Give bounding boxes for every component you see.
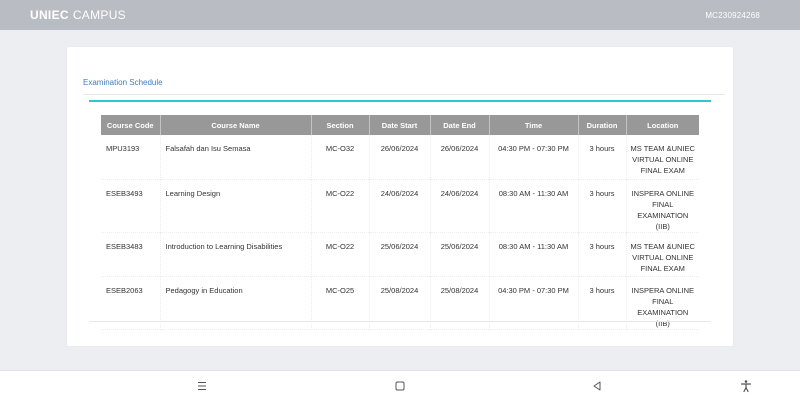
cell-duration: 3 hours bbox=[578, 232, 627, 276]
home-square-icon[interactable] bbox=[393, 379, 407, 393]
cell-location: MS TEAM &UNIEC VIRTUAL ONLINE FINAL EXAM bbox=[630, 241, 695, 273]
cell-duration: 3 hours bbox=[578, 135, 627, 179]
table-header-row: Course Code Course Name Section Date Sta… bbox=[101, 115, 699, 135]
table-row: ESEB3493 Learning Design MC-O22 24/06/20… bbox=[101, 179, 699, 232]
header-course-name: Course Name bbox=[160, 115, 312, 135]
cell-course-name: Introduction to Learning Disabilities bbox=[160, 232, 312, 276]
content-card: Examination Schedule Course Code Course … bbox=[67, 47, 733, 346]
cell-date-end: 25/06/2024 bbox=[430, 232, 490, 276]
cell-location: INSPERA ONLINE FINAL EXAMINATION (IIB) bbox=[631, 188, 695, 231]
header-section: Section bbox=[311, 115, 370, 135]
table-row: MPU3193 Falsafah dan Isu Semasa MC-O32 2… bbox=[101, 135, 699, 179]
brand-rest: CAMPUS bbox=[72, 8, 126, 22]
header-date-end: Date End bbox=[430, 115, 490, 135]
cell-location: MS TEAM &UNIEC VIRTUAL ONLINE FINAL EXAM bbox=[630, 144, 695, 175]
accent-bar bbox=[89, 100, 711, 102]
exam-schedule-table: Course Code Course Name Section Date Sta… bbox=[101, 115, 699, 330]
cell-course-code: MPU3193 bbox=[101, 135, 161, 179]
back-triangle-icon[interactable] bbox=[590, 379, 604, 393]
brand-logo[interactable]: UNIEC CAMPUS bbox=[30, 8, 126, 22]
header-duration: Duration bbox=[578, 115, 627, 135]
top-bar: UNIEC CAMPUS MC230924268 bbox=[0, 0, 800, 30]
cell-duration: 3 hours bbox=[578, 179, 627, 232]
tab-divider bbox=[83, 94, 725, 95]
header-date-start: Date Start bbox=[369, 115, 431, 135]
system-nav-bar bbox=[0, 370, 800, 401]
accessibility-icon[interactable] bbox=[739, 379, 753, 393]
cell-date-end: 26/06/2024 bbox=[430, 135, 490, 179]
cell-course-name: Learning Design bbox=[160, 179, 312, 232]
cell-section: MC-O32 bbox=[311, 135, 370, 179]
cell-date-end: 24/06/2024 bbox=[430, 179, 490, 232]
header-course-code: Course Code bbox=[101, 115, 161, 135]
cell-course-code: ESEB3483 bbox=[101, 232, 161, 276]
cell-date-start: 26/06/2024 bbox=[369, 135, 431, 179]
cell-section: MC-O22 bbox=[311, 179, 370, 232]
menu-icon[interactable] bbox=[195, 379, 209, 393]
cell-time: 04:30 PM - 07:30 PM bbox=[489, 135, 579, 179]
cell-time: 08:30 AM - 11:30 AM bbox=[489, 232, 579, 276]
brand-bold: UNIEC bbox=[30, 8, 69, 22]
cell-time: 08:30 AM - 11:30 AM bbox=[489, 179, 579, 232]
cell-date-start: 25/06/2024 bbox=[369, 232, 431, 276]
table-bottom-divider bbox=[89, 321, 711, 322]
cell-course-name: Falsafah dan Isu Semasa bbox=[160, 135, 312, 179]
schedule-table-wrapper: Course Code Course Name Section Date Sta… bbox=[101, 115, 699, 330]
cell-date-start: 24/06/2024 bbox=[369, 179, 431, 232]
cell-section: MC-O22 bbox=[311, 232, 370, 276]
cell-course-code: ESEB3493 bbox=[101, 179, 161, 232]
user-id[interactable]: MC230924268 bbox=[705, 11, 760, 20]
table-row: ESEB3483 Introduction to Learning Disabi… bbox=[101, 232, 699, 276]
tab-examination-schedule[interactable]: Examination Schedule bbox=[83, 78, 163, 87]
header-time: Time bbox=[489, 115, 579, 135]
header-location: Location bbox=[626, 115, 699, 135]
